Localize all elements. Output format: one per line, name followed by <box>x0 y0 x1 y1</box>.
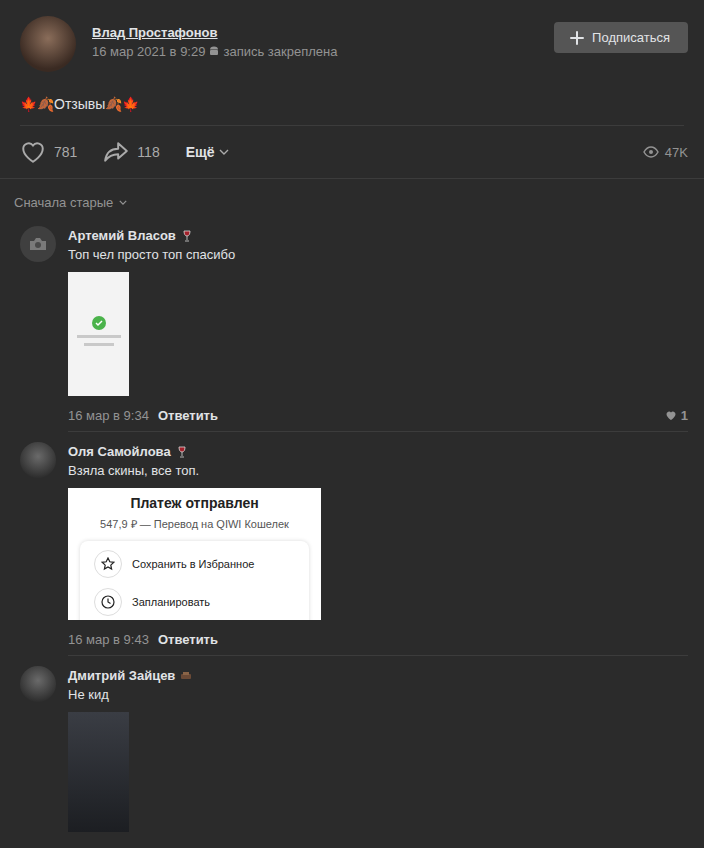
comment-avatar[interactable] <box>20 226 56 262</box>
check-icon <box>92 316 106 330</box>
sort-dropdown[interactable]: Сначала старые <box>0 179 704 216</box>
android-icon <box>209 46 219 57</box>
more-button[interactable]: Ещё <box>186 144 229 160</box>
plus-icon <box>570 31 584 45</box>
badge-icon <box>180 670 192 682</box>
camera-icon <box>29 237 47 251</box>
reply-button[interactable]: Ответить <box>158 632 218 647</box>
heart-icon <box>665 410 677 421</box>
receipt-amount: 547,9 ₽ — Перевод на QIWI Кошелек <box>80 517 309 531</box>
badge-icon <box>181 230 193 242</box>
page: Влад Простафонов 16 мар 2021 в 9:29 запись… <box>0 0 704 848</box>
comment-footer: 16 мар в 9:34 Ответить 1 <box>68 408 688 423</box>
badge-icon <box>176 446 188 458</box>
comment-avatar[interactable] <box>20 442 56 478</box>
receipt-action: Сохранить в Избранное <box>94 549 295 579</box>
pinned-label: запись закреплена <box>223 44 337 59</box>
comment-time: 16 мар в 9:34 <box>68 408 149 423</box>
comment: Артемий Власов Топ чел просто топ спасибо… <box>20 216 688 432</box>
receipt-title: Платеж отправлен <box>80 494 309 512</box>
chevron-down-icon <box>219 149 229 155</box>
comment-author[interactable]: Оля Самойлова <box>68 444 171 460</box>
reply-button[interactable]: Ответить <box>158 408 218 423</box>
subscribe-button[interactable]: Подписаться <box>554 22 688 53</box>
comment: Дмитрий Зайцев Не кид <box>20 656 688 840</box>
views-count: 47K <box>643 145 688 160</box>
comment-image[interactable]: Платеж отправлен 547,9 ₽ — Перевод на QIW… <box>68 488 321 620</box>
comment-text: Топ чел просто топ спасибо <box>68 246 688 264</box>
post-meta: 16 мар 2021 в 9:29 запись закреплена <box>92 44 538 59</box>
share-button[interactable]: 118 <box>103 140 159 164</box>
post-header: Влад Простафонов 16 мар 2021 в 9:29 запись… <box>0 0 704 72</box>
comment-text: Взяла скины, все топ. <box>68 462 688 480</box>
author-name[interactable]: Влад Простафонов <box>92 25 538 41</box>
comment-image[interactable] <box>68 712 129 832</box>
like-button[interactable]: 781 <box>20 140 77 164</box>
author-avatar[interactable] <box>20 16 76 72</box>
eye-icon <box>643 146 659 158</box>
heart-icon <box>20 140 46 164</box>
comment-author[interactable]: Артемий Власов <box>68 228 176 244</box>
star-icon <box>101 557 115 571</box>
post-actions: 781 118 Ещё 47K <box>0 126 704 179</box>
clock-icon <box>101 595 115 609</box>
post-date[interactable]: 16 мар 2021 в 9:29 <box>92 44 205 59</box>
comment-like[interactable]: 1 <box>665 408 688 423</box>
share-icon <box>103 140 129 164</box>
comment-author[interactable]: Дмитрий Зайцев <box>68 668 175 684</box>
post-text: 🍁🍂Отзывы🍂🍁 <box>20 95 684 126</box>
comment-time: 16 мар в 9:43 <box>68 632 149 647</box>
comment-image[interactable] <box>68 272 129 396</box>
chevron-down-icon <box>119 200 127 205</box>
comment: Оля Самойлова Взяла скины, все топ. Платеж… <box>20 432 688 656</box>
comment-text: Не кид <box>68 686 688 704</box>
comment-footer: 16 мар в 9:43 Ответить <box>68 632 688 647</box>
receipt-action: Запланировать <box>94 587 295 617</box>
comment-avatar[interactable] <box>20 666 56 702</box>
comment-list: Артемий Власов Топ чел просто топ спасибо… <box>0 216 704 840</box>
